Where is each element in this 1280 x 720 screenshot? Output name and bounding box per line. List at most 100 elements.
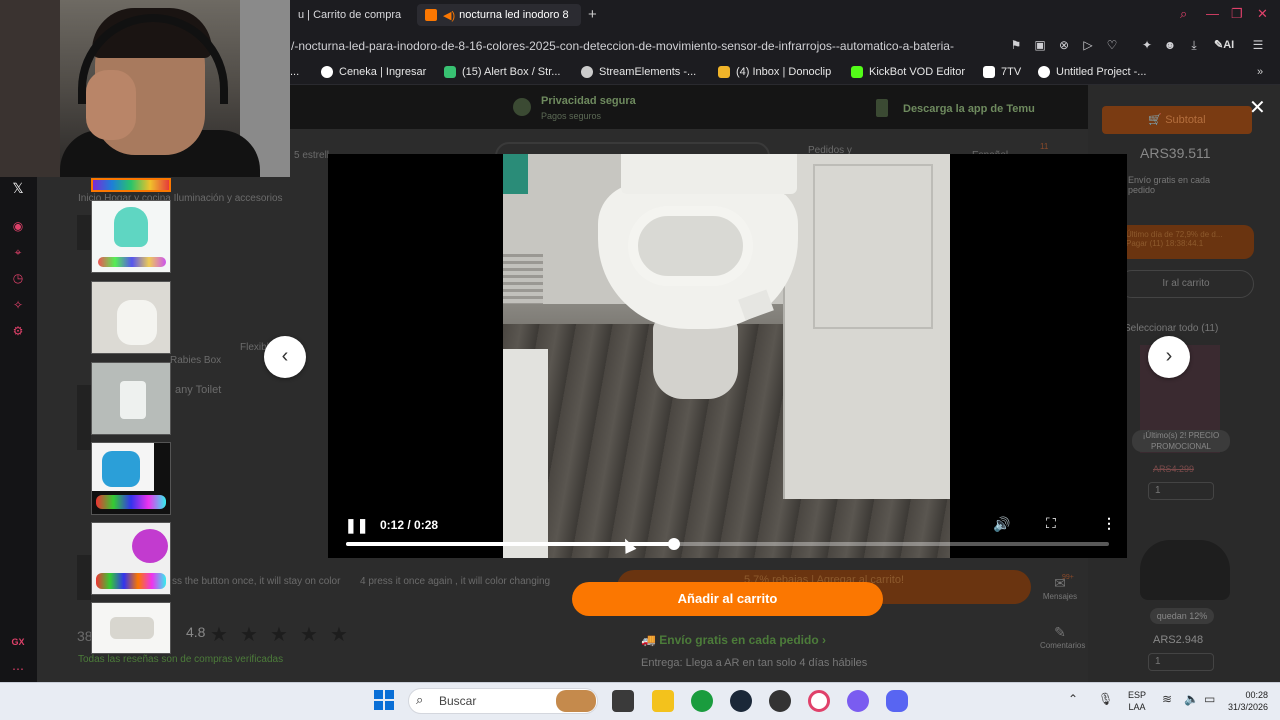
tray-expand-icon[interactable]: ⌃ [1068,692,1078,706]
bookmarks-overflow[interactable]: ... [290,66,299,78]
comments-button[interactable]: ✎ Comentarios [1040,624,1085,650]
bookmark-pin-icon[interactable]: ⚑ [1009,38,1023,52]
cart-product-image-2[interactable] [1140,540,1230,600]
privacy-subtitle: Pagos seguros [541,111,602,121]
close-icon[interactable]: ✕ [1249,95,1266,120]
task-view-icon[interactable] [612,690,634,712]
maximize-icon[interactable]: ❐ [1231,6,1243,22]
bookmark-kickbot[interactable]: KickBot VOD Editor [851,66,965,78]
download-icon[interactable]: ⤓ [1187,38,1201,52]
file-explorer-icon[interactable] [652,690,674,712]
bookmark-ceneka[interactable]: Ceneka | Ingresar [321,66,426,78]
tab-carrito[interactable]: u | Carrito de compra [290,4,404,26]
bookmark-alert-box[interactable]: (15) Alert Box / Str... [444,66,560,78]
package-icon [110,617,154,639]
thumbnail-2[interactable] [91,281,171,354]
player-icon[interactable]: ◉ [10,219,26,235]
ai-button[interactable]: ✎AI [1214,38,1234,51]
language-indicator[interactable]: ESP LAA [1128,689,1146,713]
add-to-cart-button[interactable]: Añadir al carrito [572,582,883,616]
search-icon: ⌕ [416,692,424,707]
thumbnail-5[interactable] [91,522,171,595]
search-icon[interactable]: ⌕ [1180,6,1187,22]
steam-icon[interactable] [730,690,752,712]
thumbnail-6[interactable] [91,602,171,654]
go-to-cart-button[interactable]: Ir al carrito [1118,270,1254,298]
profile-icon[interactable]: ☻ [1163,38,1177,52]
thumbnail-1[interactable] [91,200,171,273]
verified-reviews-note: Todas las reseñas son de compras verific… [78,654,284,665]
tab-nocturna-led[interactable]: ◀) nocturna led inodoro 8 [417,4,581,26]
extensions-icon[interactable]: ✦ [1140,38,1154,52]
bookmark-donoclip[interactable]: (4) Inbox | Donoclip [718,66,831,78]
select-all-checkbox[interactable]: Seleccionar todo (11) [1124,323,1218,334]
bookmark-untitled-project[interactable]: Untitled Project -... [1038,66,1146,78]
xbox-icon[interactable] [691,690,713,712]
minimize-icon[interactable]: — [1206,6,1219,21]
close-window-icon[interactable]: ✕ [1257,6,1268,22]
bookmarks-more-icon[interactable]: » [1257,66,1263,78]
app-icon[interactable] [847,690,869,712]
more-options-icon[interactable]: ⋮ [1102,515,1116,532]
search-highlight-icon[interactable] [556,690,596,712]
tab-label: u | Carrito de compra [298,9,402,21]
product-video[interactable] [503,154,950,558]
snapshot-icon[interactable]: ▣ [1033,38,1047,52]
video-frame [621,154,797,194]
free-shipping-link[interactable]: 🚚 Envío gratis en cada pedido › [641,633,826,647]
microphone-icon[interactable]: 🎙 [1098,692,1113,706]
obs-icon[interactable] [769,690,791,712]
heart-icon[interactable]: ♡ [1105,38,1119,52]
windows-start-icon[interactable] [374,690,394,710]
battery-icon[interactable]: ▭ [1204,692,1215,706]
sound-icon: ◀) [443,9,456,22]
discord-icon[interactable] [886,690,908,712]
video-frame [813,164,933,329]
subtotal-button[interactable]: 🛒 Subtotal [1102,106,1252,134]
toilet-icon [117,300,157,345]
thumbnail-4[interactable] [91,442,171,515]
pause-icon[interactable]: ❚❚ [345,517,368,534]
url-text[interactable]: /-nocturna-led-para-inodoro-de-8-16-colo… [291,39,1003,53]
video-scrubber-handle[interactable] [668,538,680,550]
history-icon[interactable]: ◷ [10,271,26,287]
thumbnail-3[interactable] [91,362,171,435]
thumb-edge [77,215,91,250]
messages-badge: 99+ [1062,574,1074,581]
star-icon: ★ [210,624,228,646]
thumbnail-0[interactable] [91,178,171,192]
system-clock[interactable]: 00:28 31/3/2026 [1228,689,1268,713]
gx-logo-icon[interactable]: GX [10,637,26,653]
old-price: ARS4.299 [1153,464,1195,474]
opera-gx-icon[interactable] [808,690,830,712]
quantity-select[interactable]: 1 [1148,482,1214,500]
video-frame [628,206,753,286]
volume-icon[interactable]: 🔊 [993,516,1010,533]
adblock-icon[interactable]: ⊗ [1057,38,1071,52]
prev-arrow-button[interactable]: ‹ [264,336,306,378]
video-frame [503,154,528,194]
fullscreen-icon[interactable]: ⛶ [1046,515,1056,532]
stock-badge: quedan 12% [1150,608,1214,624]
volume-tray-icon[interactable]: 🔈 [1184,692,1199,706]
settings-icon[interactable]: ⚙ [10,324,26,340]
free-shipping-note: Envío gratis en cada pedido [1128,175,1211,195]
new-tab-button[interactable]: + [588,6,597,23]
quantity-select-2[interactable]: 1 [1148,653,1214,671]
video-frame [653,319,738,399]
messages-button[interactable]: ✉ Mensajes [1040,575,1080,601]
menu-icon[interactable]: ☰ [1251,38,1265,52]
pin-icon[interactable]: ⌖ [10,245,26,261]
color-dots [96,573,166,589]
x-twitter-icon[interactable]: 𝕏 [10,180,26,196]
chat-icon: ✉ [1054,575,1066,591]
extensions-sidebar-icon[interactable]: ✧ [10,298,26,314]
wifi-icon[interactable]: ≋ [1162,692,1172,706]
play-icon[interactable]: ▷ [1081,38,1095,52]
promo-banner[interactable]: Último día de 72,9% de d... Pagar (11) 1… [1118,225,1254,259]
bookmark-7tv[interactable]: 7TV [983,66,1021,78]
download-app-label[interactable]: Descarga la app de Temu [903,103,1035,115]
next-arrow-button[interactable]: › [1148,336,1190,378]
bookmark-streamelements[interactable]: StreamElements -... [581,66,696,78]
more-sidebar-icon[interactable]: ⋯ [10,662,26,678]
